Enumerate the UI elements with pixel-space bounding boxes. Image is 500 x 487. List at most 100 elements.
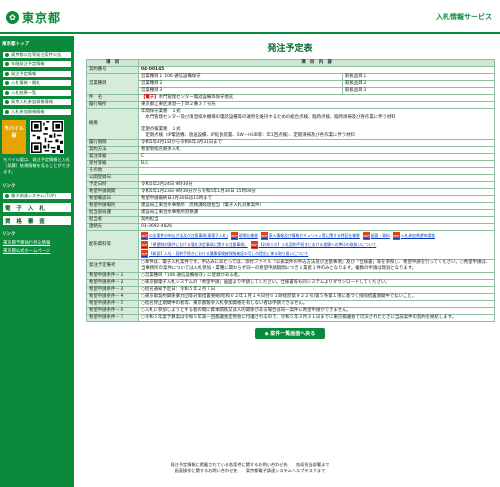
sidebar-item-announcements[interactable]: 東京都公告等発注案件公告: [2, 50, 72, 59]
table-row: 営業種目２ 取扱品目２: [87, 80, 495, 88]
sidebar-item-label: 東京都公告等発注案件公告: [11, 51, 62, 57]
button-row: ◆ 案件一覧画面へ戻る: [86, 328, 494, 339]
rank-cell: 取扱品目３: [342, 87, 495, 95]
rank-cell: 取扱品目２: [342, 80, 495, 88]
pdf-icon: PDF: [362, 232, 370, 240]
apply-value: 令和5年1月23日 9時30分から令和5年1月30日 15時00分: [138, 188, 495, 196]
row-label: 希望申請条件－３: [86, 286, 139, 294]
place-value: 東京都江東区清澄一丁目２番３７号先: [138, 101, 495, 109]
cond-value: ○入札に参加しようとする者の間に資本関係又は人的関係がある場合は同一案件に希望申…: [138, 307, 495, 315]
row-label: 予定日時: [86, 181, 139, 189]
contact-value: 建設局江東治水事務所庶務課: [138, 209, 495, 217]
bullet-icon: [5, 100, 9, 104]
mobile-label[interactable]: モバイル版: [2, 119, 26, 154]
row-label: 発注予定備考: [86, 259, 139, 273]
doc-link[interactable]: PDF 【お知らせ】入札契約手続きにおける書類への押印の取扱いについて: [250, 241, 377, 249]
bullet-icon: [5, 62, 9, 66]
doc-link[interactable]: PDF 「希望制対案件における落札決定事項に関する注意事項」: [141, 241, 248, 249]
bullet-icon: [5, 52, 9, 57]
table-row: 発注等級 C: [86, 153, 495, 161]
table-row: その他: [86, 167, 495, 175]
grade-value: B,C: [138, 160, 495, 168]
doc-label: 現場仕様書: [238, 233, 258, 238]
business-name: 営業種目２: [141, 81, 163, 86]
header: ✿ 東京都 入札情報サービス: [0, 0, 500, 34]
link-qualification[interactable]: 資 格 審 査: [2, 215, 72, 226]
link-e-bidding[interactable]: 電 子 入 札: [2, 202, 72, 213]
scale-value: C: [138, 153, 495, 161]
col-header-content: 項 目 内 容: [138, 59, 495, 67]
table-row: 希望申請条件－１ ○営業種目「106 通信設備保守」に登録がある者。: [86, 272, 495, 280]
tokyo-logo[interactable]: ✿ 東京都: [6, 9, 61, 26]
link-official-site[interactable]: 東京都公式ホームページ: [0, 247, 74, 255]
doc-link[interactable]: PDF 【新設】入札・契約手続きにおける健康保険被保険者証の写しの提出に係る取り扱…: [141, 250, 308, 258]
pdf-icon: PDF: [392, 232, 400, 240]
doc-label: 東入情報及び情報セキュリティ等に関する特記仕様書: [268, 233, 360, 238]
row-label: 希望申請場所: [86, 202, 139, 210]
table-row: 連絡先 03-3692-4826: [86, 223, 495, 231]
pdf-icon: PDF: [230, 232, 238, 240]
doc-link[interactable]: PDF 入札参加希望申請書: [392, 232, 435, 240]
sidebar-item-participation[interactable]: 入札参加資格情報: [2, 107, 72, 116]
main-content: 発注予定表 項 目 項 目 内 容 契約番号 04-00145 営業種目 営業種…: [86, 36, 495, 339]
table-row: 希望申請条件－６ ○入札に参加しようとする者の間に資本関係又は人的関係がある場合は…: [86, 307, 495, 315]
doc-link[interactable]: PDF 公告案件の申込方法及び注意事項(東電子入札): [141, 232, 228, 240]
order-plan-table: 項 目 項 目 内 容 契約番号 04-00145 営業種目 営業種目１ 106…: [86, 59, 495, 322]
sidebar-item-order-plan[interactable]: 発注予定情報: [2, 69, 72, 78]
row-label: その他: [86, 167, 139, 175]
business-cell: 営業種目３: [138, 87, 343, 95]
table-row: 希望申請条件－３ ○指名通知予定日：令和５年２月７日: [86, 286, 495, 294]
method-value: 希望制指名競争入札: [138, 146, 495, 154]
business-cell: 営業種目１ 106 通信設備保守: [138, 73, 343, 81]
link-budget[interactable]: 東京都予算執行見込情報: [0, 239, 74, 247]
doc-link[interactable]: PDF 現場仕様書: [230, 232, 258, 240]
doc-link[interactable]: PDF 図面・資料: [362, 232, 390, 240]
doc-label: 【新設】入札・契約手続きにおける健康保険被保険者証の写しの提出に係る取り扱いにつ…: [149, 251, 309, 256]
docs-cell: PDF 公告案件の申込方法及び注意事項(東電子入札) PDF 現場仕様書 PDF 東入…: [138, 230, 495, 260]
cond-value: ○東京都契約関係暴力団等対策措置要綱(昭和６２年１月１４日付６１財経庶第９２２号…: [138, 293, 495, 301]
doc-link[interactable]: PDF 東入情報及び情報セキュリティ等に関する特記仕様書: [260, 232, 360, 240]
doc-label: 「希望制対案件における落札決定事項に関する注意事項」: [149, 242, 248, 247]
table-row: 希望申請期間 令和5年1月23日 9時30分から令和5年1月30日 15時00分: [86, 188, 495, 196]
other-value: [138, 167, 495, 175]
sidebar-item-annual-plan[interactable]: 年間発注予定情報: [2, 60, 72, 68]
notes-value: ○本件は、電子入札案件です。申込みにあたっては、添付ファイル「公表案件の申込方法…: [138, 259, 495, 273]
row-label: 発注等級: [86, 153, 139, 161]
bullet-icon: [5, 81, 9, 85]
dept-value: 建設局江東治水事務所 庶務課経理担当（電子入札対象案件）: [138, 202, 495, 210]
table-row: 営業種目３ 取扱品目３: [87, 87, 495, 95]
sidebar-item-qualification[interactable]: 東京入札参加資格情報: [2, 98, 72, 106]
row-label: 希望確認日: [86, 195, 139, 203]
doc-label: 【お知らせ】入札契約手続きにおける書類への押印の取扱いについて: [258, 242, 377, 247]
cond-value: ○指名停止期間中の者等、東京都競争入札参加資格を有しない者は申請できません。: [138, 300, 495, 308]
tel-value: 03-3692-4826: [138, 223, 495, 231]
row-label: 希望申請条件－６: [86, 307, 139, 315]
subject-tag: 【電子】: [141, 95, 159, 100]
period-value: 令和5年4月1日から令和6年3月31日まで: [138, 139, 495, 147]
back-to-list-button[interactable]: ◆ 案件一覧画面へ戻る: [254, 328, 326, 339]
pdf-icon: PDF: [141, 250, 148, 258]
table-row: 希望確認日 希望申請最終日1月30日は15時まで: [86, 195, 495, 203]
table-row: 概要 年間保守業務 １式 水門管理センター及び清澄排水機場の電話設備等の運用を維…: [86, 108, 495, 140]
link-label: 電 子 入 札: [5, 205, 47, 212]
pdf-icon: PDF: [141, 241, 148, 249]
sidebar-item-label: 入札参加資格情報: [11, 108, 45, 114]
subject-cell: 【電子】水門管理センター電話設備等保守委託: [138, 94, 495, 102]
link-procurement-top[interactable]: 電子調達システム(TOP): [2, 192, 72, 200]
sidebar-item-label: 東京入札参加資格情報: [11, 99, 53, 104]
sidebar-item-bid-info[interactable]: 入札情報・開札: [2, 79, 72, 87]
sidebar-item-bid-results[interactable]: 入札結果一覧: [2, 88, 72, 97]
sidebar: 東京都トップ 東京都公告等発注案件公告 年間発注予定情報 発注予定情報 入札情報…: [0, 36, 74, 487]
logo-text: 東京都: [22, 11, 62, 25]
table-row: 公開登録日: [86, 174, 495, 182]
table-row: 配布資料等 PDF 公告案件の申込方法及び注意事項(東電子入札) PDF 現場仕様書…: [86, 230, 495, 260]
row-label: 契約方法: [86, 146, 139, 154]
link-label: 資 格 審 査: [5, 218, 47, 225]
row-label: 担当者: [86, 216, 139, 224]
table-row: 契約方法 希望制指名競争入札: [86, 146, 495, 154]
table-row: 履行場所 東京都江東区清澄一丁目２番３７号先: [86, 101, 495, 109]
links-label: リンク: [0, 180, 74, 191]
sidebar-section-label: 東京都トップ: [0, 39, 74, 49]
table-header-row: 項 目 項 目 内 容: [86, 59, 495, 67]
table-row: 契約番号 04-00145: [86, 66, 495, 74]
